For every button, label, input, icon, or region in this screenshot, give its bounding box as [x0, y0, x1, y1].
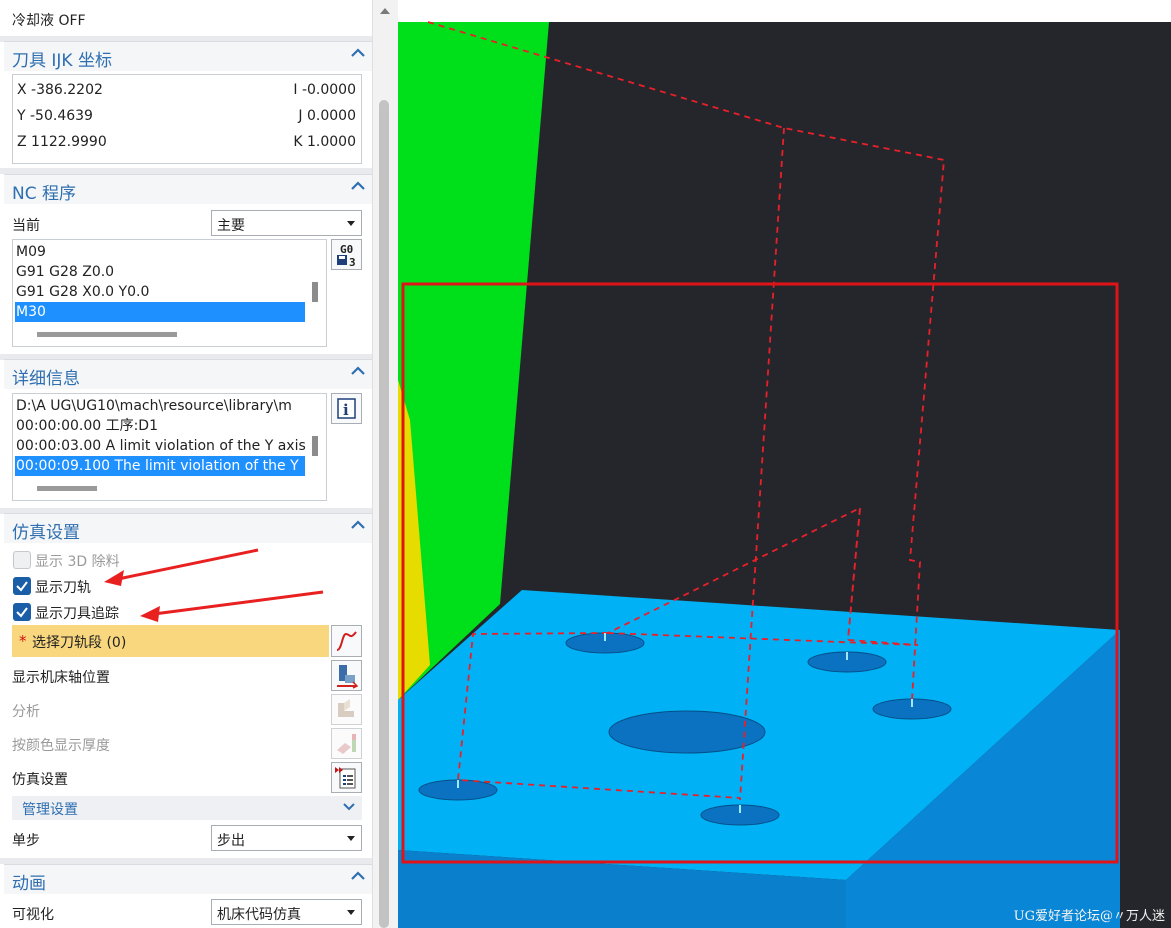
hole	[608, 710, 766, 754]
annotation-arrow	[153, 590, 324, 616]
arrow-head-icon	[104, 570, 124, 586]
scroll-up-arrow-icon[interactable]	[380, 8, 390, 14]
simulation-panel: 冷却液 OFF 刀具 IJK 坐标 X -386.2202 Y -50.4639…	[0, 0, 372, 928]
scrollbar-thumb[interactable]	[379, 100, 389, 928]
arrow-head-icon	[140, 606, 160, 622]
annotation-arrow	[117, 548, 259, 581]
watermark: UG爱好者论坛@〃万人迷	[1013, 909, 1165, 924]
panel-scrollbar[interactable]	[372, 0, 398, 928]
simulation-viewport[interactable]: UG爱好者论坛@〃万人迷	[398, 0, 1171, 928]
annotation-arrows	[104, 548, 324, 622]
machine-3d-view[interactable]	[398, 0, 1171, 928]
